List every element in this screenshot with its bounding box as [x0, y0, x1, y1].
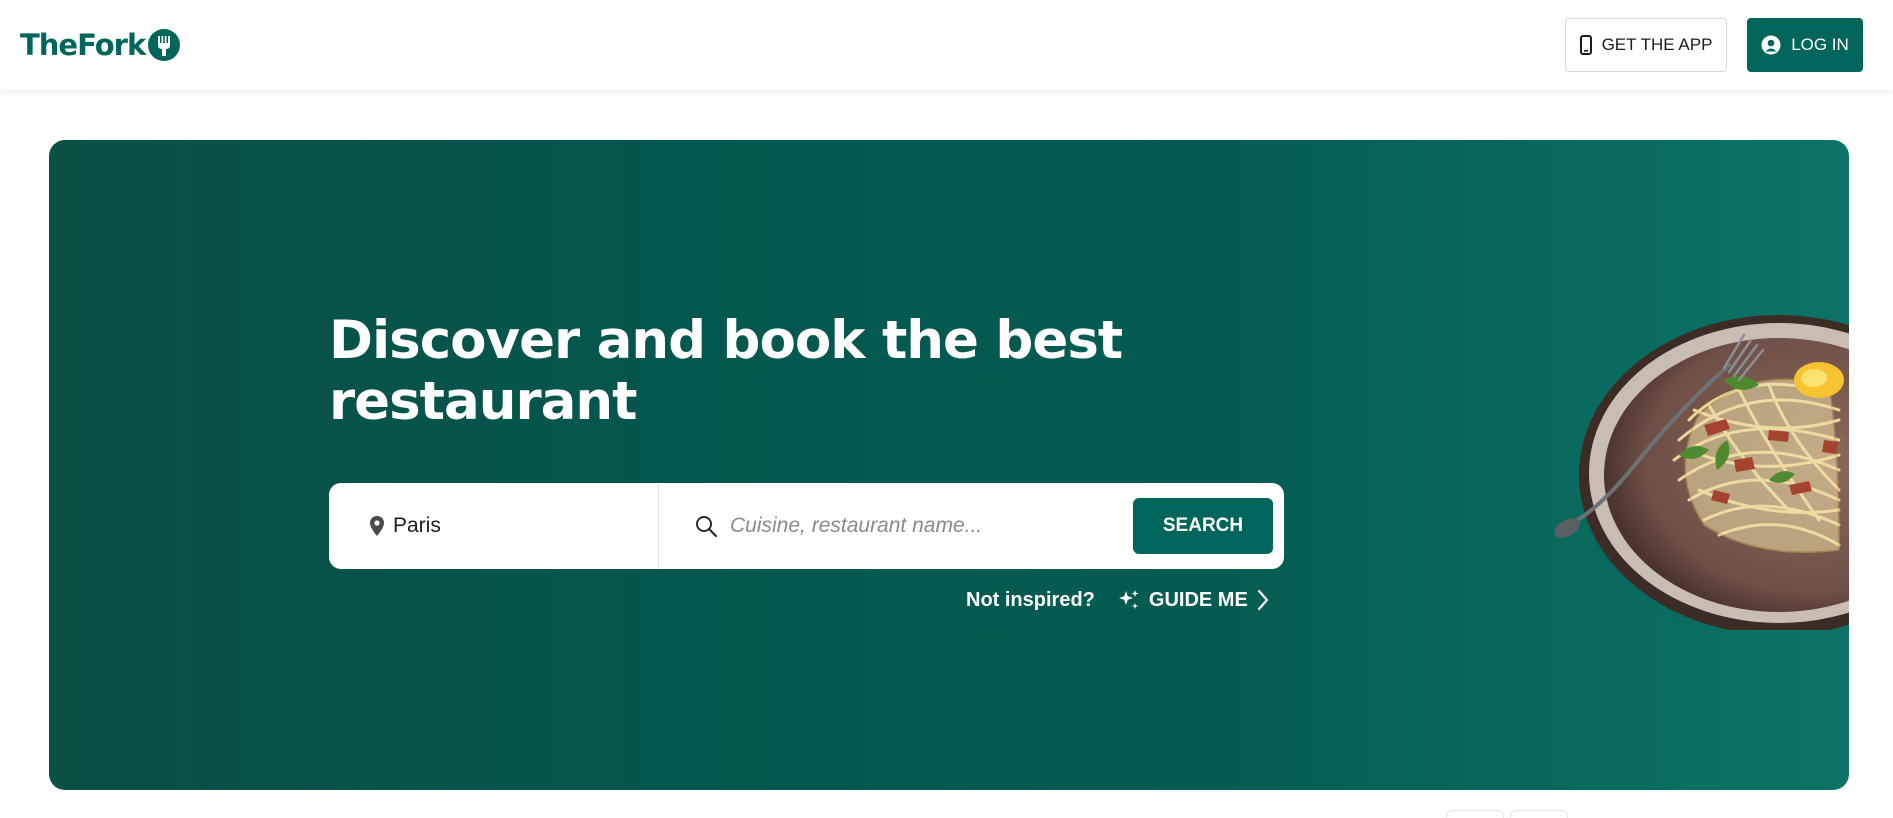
guide-me-button[interactable]: GUIDE ME	[1117, 588, 1270, 612]
map-pin-icon	[370, 516, 384, 536]
hero-banner: Discover and book the best restaurant Pa…	[49, 140, 1849, 790]
user-icon	[1761, 35, 1781, 55]
get-the-app-label: GET THE APP	[1601, 35, 1713, 54]
get-the-app-button[interactable]: GET THE APP	[1565, 18, 1727, 72]
guide-me-label: GUIDE ME	[1148, 588, 1248, 611]
footer-tab-left	[1446, 810, 1504, 818]
search-input[interactable]	[728, 513, 1128, 539]
search-button[interactable]: SEARCH	[1133, 498, 1273, 554]
chevron-right-icon	[1257, 589, 1268, 611]
fork-logo-icon	[148, 29, 181, 61]
footer-tab-right	[1510, 810, 1568, 818]
search-icon	[696, 516, 718, 538]
login-button[interactable]: LOG IN	[1747, 18, 1863, 72]
thefork-logo[interactable]: TheFork	[20, 24, 181, 66]
not-inspired-text: Not inspired?	[966, 588, 1095, 611]
search-bar: Paris SEARCH	[329, 483, 1284, 569]
phone-icon	[1579, 35, 1592, 55]
query-field	[659, 483, 1129, 569]
location-field[interactable]: Paris	[329, 483, 659, 569]
guide-row: Not inspired? GUIDE ME	[966, 582, 1270, 618]
location-value: Paris	[393, 514, 441, 537]
top-header: TheFork GET THE APP LOG IN	[0, 0, 1893, 90]
sparkle-icon	[1118, 590, 1139, 609]
pasta-plate-image	[1554, 315, 1849, 630]
hero-title: Discover and book the best restaurant	[329, 310, 1123, 432]
login-label: LOG IN	[1791, 35, 1849, 54]
logo-text: TheFork	[20, 28, 146, 62]
